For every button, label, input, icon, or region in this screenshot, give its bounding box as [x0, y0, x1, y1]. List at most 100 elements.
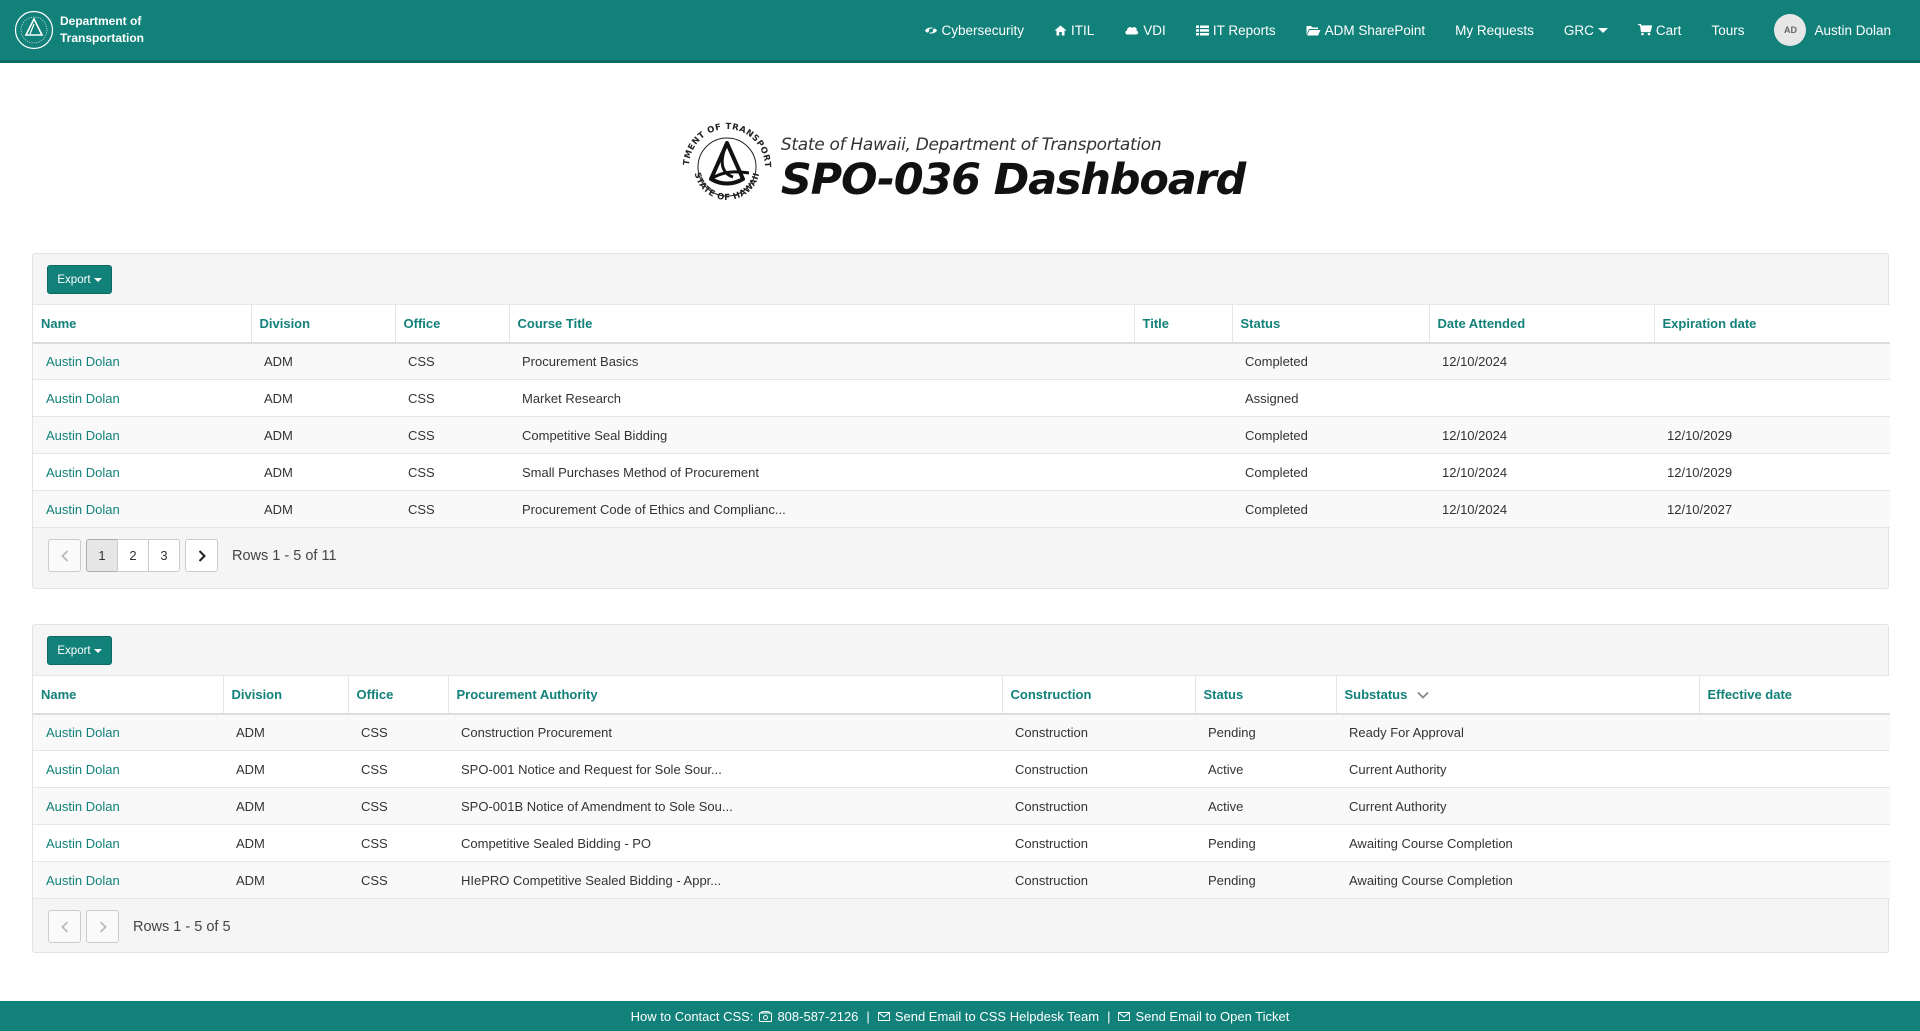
- training-panel: Export Name Division Office Course Title…: [32, 253, 1890, 589]
- title-cell: [1134, 490, 1232, 528]
- construction-cell: Construction: [1002, 861, 1195, 899]
- expiration-date-cell: 12/10/2029: [1654, 416, 1890, 454]
- brand-logo-link[interactable]: Department of Transportation: [14, 10, 150, 50]
- page-2-button[interactable]: 2: [117, 539, 149, 572]
- status-cell: Active: [1195, 787, 1336, 825]
- course-title-cell: Market Research: [509, 379, 1134, 417]
- authority-export-button[interactable]: Export: [47, 636, 112, 665]
- division-cell: ADM: [223, 824, 348, 862]
- effective-date-cell: [1699, 824, 1890, 862]
- substatus-cell: Ready For Approval: [1336, 713, 1699, 751]
- page-3-button[interactable]: 3: [148, 539, 180, 572]
- name-link[interactable]: Austin Dolan: [33, 787, 223, 825]
- nav-menu: Cybersecurity ITIL VDI IT Reports ADM Sh…: [909, 0, 1907, 60]
- col-header-date-attended[interactable]: Date Attended: [1429, 304, 1655, 344]
- division-cell: ADM: [251, 490, 395, 528]
- email-helpdesk-link[interactable]: Send Email to CSS Helpdesk Team: [877, 1009, 1099, 1024]
- effective-date-cell: [1699, 861, 1890, 899]
- col-header-construction[interactable]: Construction: [1002, 675, 1196, 715]
- email-ticket-link[interactable]: Send Email to Open Ticket: [1118, 1009, 1289, 1024]
- col-header-name[interactable]: Name: [33, 675, 224, 715]
- title-cell: [1134, 416, 1232, 454]
- col-header-substatus[interactable]: Substatus: [1336, 675, 1700, 715]
- nav-vdi[interactable]: VDI: [1109, 0, 1181, 60]
- caret-down-icon: [1597, 27, 1608, 33]
- prev-page-button[interactable]: [48, 539, 81, 572]
- name-link[interactable]: Austin Dolan: [33, 861, 223, 899]
- prev-page-button[interactable]: [48, 910, 81, 943]
- page-1-button[interactable]: 1: [86, 539, 118, 572]
- col-header-status[interactable]: Status: [1232, 304, 1430, 344]
- training-toolbar: Export: [33, 254, 1888, 304]
- cart-icon: [1637, 24, 1652, 36]
- office-cell: CSS: [395, 379, 509, 417]
- procurement-authority-cell: SPO-001 Notice and Request for Sole Sour…: [448, 750, 1002, 788]
- name-link[interactable]: Austin Dolan: [33, 379, 251, 417]
- dot-seal-icon: [14, 10, 54, 50]
- procurement-authority-cell: Competitive Sealed Bidding - PO: [448, 824, 1002, 862]
- name-link[interactable]: Austin Dolan: [33, 713, 223, 751]
- construction-cell: Construction: [1002, 787, 1195, 825]
- table-row: Austin Dolan ADM CSS Procurement Basics …: [33, 342, 1890, 380]
- col-header-course-title[interactable]: Course Title: [509, 304, 1135, 344]
- name-link[interactable]: Austin Dolan: [33, 490, 251, 528]
- nav-it-reports[interactable]: IT Reports: [1181, 0, 1291, 60]
- envelope-icon: [877, 1011, 890, 1021]
- nav-cart[interactable]: Cart: [1623, 0, 1697, 60]
- name-link[interactable]: Austin Dolan: [33, 453, 251, 491]
- procurement-authority-cell: HIePRO Competitive Sealed Bidding - Appr…: [448, 861, 1002, 899]
- table-row: Austin Dolan ADM CSS Construction Procur…: [33, 713, 1890, 751]
- caret-down-icon: [93, 277, 102, 282]
- cloud-icon: [1125, 27, 1139, 35]
- col-header-status[interactable]: Status: [1195, 675, 1337, 715]
- nav-tours[interactable]: Tours: [1696, 0, 1759, 60]
- name-link[interactable]: Austin Dolan: [33, 824, 223, 862]
- rows-info: Rows 1 - 5 of 11: [232, 547, 337, 564]
- construction-cell: Construction: [1002, 713, 1195, 751]
- table-row: Austin Dolan ADM CSS Competitive Seal Bi…: [33, 416, 1890, 454]
- nav-adm-sharepoint[interactable]: ADM SharePoint: [1291, 0, 1441, 60]
- nav-grc-dropdown[interactable]: GRC: [1549, 0, 1623, 60]
- table-row: Austin Dolan ADM CSS Procurement Code of…: [33, 490, 1890, 528]
- col-header-effective-date[interactable]: Effective date: [1699, 675, 1890, 715]
- course-title-cell: Small Purchases Method of Procurement: [509, 453, 1134, 491]
- expiration-date-cell: [1654, 342, 1890, 380]
- nav-user-menu[interactable]: AD Austin Dolan: [1759, 0, 1906, 60]
- status-cell: Pending: [1195, 824, 1336, 862]
- name-link[interactable]: Austin Dolan: [33, 750, 223, 788]
- nav-cybersecurity[interactable]: Cybersecurity: [909, 0, 1040, 60]
- authority-toolbar: Export: [33, 625, 1888, 675]
- col-header-office[interactable]: Office: [395, 304, 510, 344]
- next-page-button[interactable]: [185, 539, 218, 572]
- office-cell: CSS: [395, 490, 509, 528]
- chevron-left-icon: [60, 920, 68, 933]
- office-cell: CSS: [395, 416, 509, 454]
- next-page-button[interactable]: [86, 910, 119, 943]
- name-link[interactable]: Austin Dolan: [33, 416, 251, 454]
- course-title-cell: Procurement Code of Ethics and Complianc…: [509, 490, 1134, 528]
- brand-line-1: Department of: [60, 14, 142, 28]
- rows-info: Rows 1 - 5 of 5: [133, 918, 231, 935]
- page-header: DEPARTMENT OF TRANSPORTATION STATE OF HA…: [0, 112, 1920, 222]
- division-cell: ADM: [223, 750, 348, 788]
- col-header-division[interactable]: Division: [223, 675, 349, 715]
- training-export-button[interactable]: Export: [47, 265, 112, 294]
- col-header-procurement-authority[interactable]: Procurement Authority: [448, 675, 1003, 715]
- substatus-cell: Current Authority: [1336, 787, 1699, 825]
- expiration-date-cell: 12/10/2029: [1654, 453, 1890, 491]
- col-header-office[interactable]: Office: [348, 675, 449, 715]
- folder-open-icon: [1306, 25, 1321, 35]
- col-header-title[interactable]: Title: [1134, 304, 1233, 344]
- footer-contact-label: How to Contact CSS:: [630, 1008, 754, 1024]
- nav-my-requests[interactable]: My Requests: [1440, 0, 1549, 60]
- name-link[interactable]: Austin Dolan: [33, 342, 251, 380]
- nav-itil[interactable]: ITIL: [1039, 0, 1109, 60]
- table-row: Austin Dolan ADM CSS Market Research Ass…: [33, 379, 1890, 417]
- effective-date-cell: [1699, 750, 1890, 788]
- date-attended-cell: 12/10/2024: [1429, 453, 1654, 491]
- procurement-authority-cell: Construction Procurement: [448, 713, 1002, 751]
- col-header-name[interactable]: Name: [33, 304, 252, 344]
- col-header-division[interactable]: Division: [251, 304, 396, 344]
- col-header-expiration-date[interactable]: Expiration date: [1654, 304, 1890, 344]
- eye-slash-icon: [924, 24, 937, 36]
